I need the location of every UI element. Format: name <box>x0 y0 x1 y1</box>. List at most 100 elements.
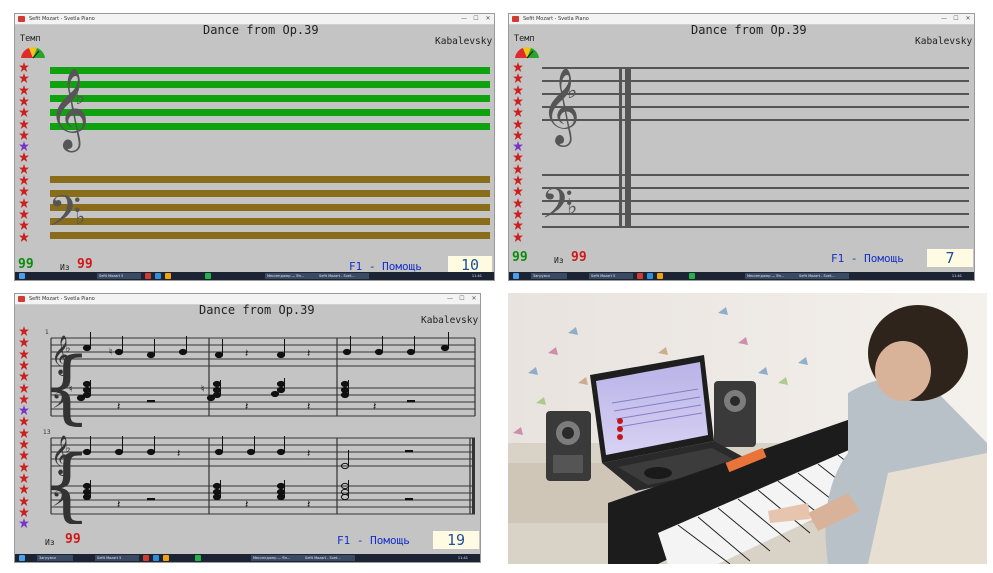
flower-icon <box>19 405 29 416</box>
flower-icon <box>19 393 29 404</box>
speaker-left <box>546 411 591 481</box>
flower-icon <box>19 450 29 461</box>
taskbar-running[interactable]: Sefit Mozart - Svet... <box>317 273 369 279</box>
photo-child-playing-piano <box>508 293 987 564</box>
composer: Kabalevsky <box>915 36 973 47</box>
flower-icon <box>513 175 523 185</box>
taskbar-running[interactable]: Sefit Mozart - Svet... <box>797 273 849 279</box>
flower-icon <box>513 231 523 242</box>
flower-icon <box>19 439 29 449</box>
taskbar-browser[interactable]: Мессенджер — Ян... <box>745 273 797 279</box>
taskbar-icon[interactable] <box>145 273 151 279</box>
svg-text:♮: ♮ <box>69 384 73 395</box>
taskbar: Sefit Mozart 5 Мессенджер — Ян... Sefit … <box>15 272 494 280</box>
flat-icon: ♭ <box>65 441 71 455</box>
flat-icon: ♭ <box>567 195 577 220</box>
treble-staff <box>542 67 969 121</box>
minimize-icon[interactable]: — <box>458 14 470 24</box>
taskbar-icon[interactable] <box>657 273 663 279</box>
note-counter: 19 <box>433 531 479 549</box>
taskbar-icon[interactable] <box>165 273 171 279</box>
svg-text:𝄽: 𝄽 <box>177 447 180 460</box>
song-title: Dance from Op.39 <box>199 303 315 317</box>
help-link[interactable]: F1 - Помощь <box>831 252 904 265</box>
flower-icon <box>19 73 29 84</box>
svg-text:𝄽: 𝄽 <box>117 498 120 511</box>
start-icon[interactable] <box>19 273 25 279</box>
song-title: Dance from Op.39 <box>203 23 319 37</box>
barline <box>619 68 622 227</box>
taskbar-search[interactable]: Загрузки <box>531 273 567 279</box>
staff-area: 𝄞 ♭ 𝄢 ♭ <box>48 67 490 244</box>
taskbar-icon[interactable] <box>637 273 643 279</box>
taskbar-running[interactable]: Sefit Mozart - Svet... <box>303 555 355 561</box>
start-icon[interactable] <box>513 273 519 279</box>
song-title: Dance from Op.39 <box>691 23 807 37</box>
svg-text:𝄽: 𝄽 <box>245 498 248 511</box>
of-label: Из <box>45 538 55 547</box>
flower-icon <box>19 163 29 174</box>
taskbar-app[interactable]: Sefit Mozart 5 <box>589 273 633 279</box>
flower-icon <box>19 326 29 336</box>
close-icon[interactable]: ✕ <box>962 14 974 24</box>
flower-icon <box>513 73 523 84</box>
taskbar-search[interactable]: Загрузки <box>37 555 73 561</box>
taskbar-icon[interactable] <box>153 555 159 561</box>
svg-text:𝄽: 𝄽 <box>245 400 248 413</box>
flower-icon <box>19 371 29 382</box>
notes-system-1-treble: ♮ 𝄽 𝄽 <box>82 332 450 360</box>
total-count: 99 <box>77 257 93 272</box>
help-link[interactable]: F1 - Помощь <box>337 534 410 547</box>
measure-number: 13 <box>43 429 51 436</box>
flower-icon <box>19 382 29 393</box>
flower-icon <box>19 129 29 140</box>
taskbar-icon[interactable] <box>205 273 211 279</box>
flower-icon <box>19 95 29 106</box>
tempo-gauge-icon[interactable] <box>514 46 540 59</box>
taskbar-icon[interactable] <box>143 555 149 561</box>
maximize-icon[interactable]: ☐ <box>950 14 962 24</box>
barline <box>625 68 631 227</box>
flower-icon <box>19 495 29 506</box>
flat-icon: ♭ <box>75 85 85 110</box>
flat-icon: ♭ <box>65 397 71 411</box>
taskbar-icon[interactable] <box>155 273 161 279</box>
clock: 11:41 <box>457 556 468 560</box>
taskbar-icon[interactable] <box>689 273 695 279</box>
taskbar-icon[interactable] <box>195 555 201 561</box>
speaker-right <box>714 381 756 447</box>
flower-icon <box>19 175 29 185</box>
total-count: 99 <box>65 532 81 547</box>
minimize-icon[interactable]: — <box>444 294 456 304</box>
taskbar-icon[interactable] <box>163 555 169 561</box>
flower-icon <box>513 95 523 106</box>
taskbar-app[interactable]: Sefit Mozart 5 <box>97 273 141 279</box>
composer: Kabalevsky <box>435 36 493 47</box>
minimize-icon[interactable]: — <box>938 14 950 24</box>
window-title: Sefit Mozart - Svetla Piano <box>29 296 95 302</box>
tempo-gauge-icon[interactable] <box>20 46 46 59</box>
flower-icon <box>19 484 29 495</box>
taskbar-browser[interactable]: Мессенджер — Ян... <box>251 555 303 561</box>
flat-icon: ♭ <box>65 341 71 355</box>
flower-icon <box>19 152 29 163</box>
flower-icon <box>19 359 29 370</box>
taskbar-icon[interactable] <box>647 273 653 279</box>
maximize-icon[interactable]: ☐ <box>456 294 468 304</box>
flower-icon <box>513 129 523 140</box>
taskbar-browser[interactable]: Мессенджер — Ян... <box>265 273 317 279</box>
flower-icon <box>19 461 29 472</box>
close-icon[interactable]: ✕ <box>468 294 480 304</box>
start-icon[interactable] <box>19 555 25 561</box>
close-icon[interactable]: ✕ <box>482 14 494 24</box>
taskbar: Загрузки Sefit Mozart 5 Мессенджер — Ян.… <box>15 554 480 562</box>
flower-icon <box>19 231 29 242</box>
app-icon <box>18 16 25 22</box>
flower-icon <box>513 220 523 231</box>
flower-icon <box>513 197 523 208</box>
flower-icon <box>19 84 29 95</box>
flower-icon <box>513 163 523 174</box>
flower-icon <box>19 348 29 359</box>
maximize-icon[interactable]: ☐ <box>470 14 482 24</box>
taskbar-app[interactable]: Sefit Mozart 5 <box>95 555 139 561</box>
